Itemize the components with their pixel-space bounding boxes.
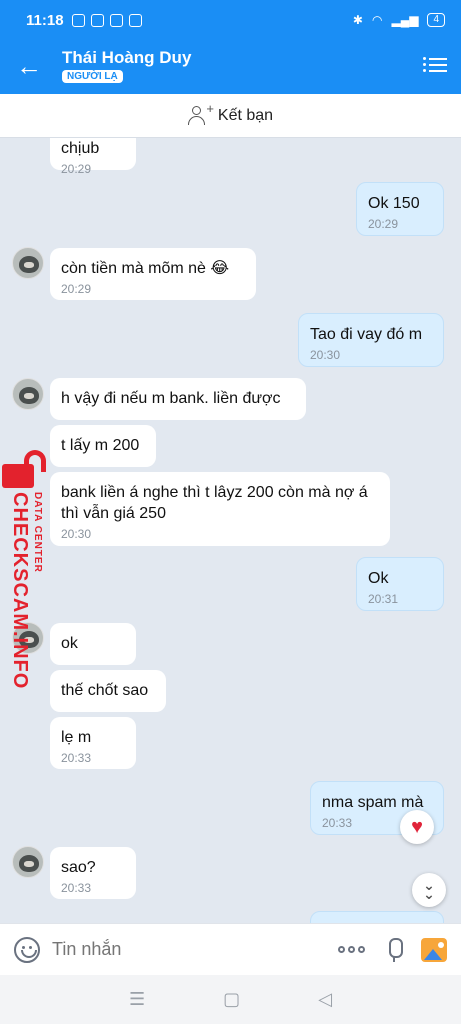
scroll-down-icon[interactable]: ⌄ ⌄: [412, 873, 446, 907]
stranger-badge: NGƯỜI LẠ: [62, 70, 123, 83]
message-input[interactable]: [52, 939, 302, 960]
message-bubble[interactable]: t lấy m 200: [50, 425, 156, 467]
message-time: 20:29: [61, 162, 92, 176]
message-text: còn tiền mà mõm nè 😂: [61, 260, 230, 277]
app-icon: [90, 13, 104, 27]
message-bubble[interactable]: lẹ m 20:33: [50, 717, 136, 769]
contact-avatar[interactable]: [12, 378, 44, 410]
emoji-icon[interactable]: [14, 936, 40, 963]
message-text: lẹ m: [61, 729, 92, 746]
system-icons: ✱ ◠ ▂▄▆ 4: [353, 13, 445, 27]
back-arrow-icon[interactable]: ←: [16, 52, 46, 82]
bluetooth-icon: ✱: [352, 13, 363, 27]
watermark: CHECKSCAM.INFO DATA CENTER: [2, 450, 50, 810]
message-text: chịub: [61, 140, 100, 157]
more-options-icon[interactable]: [338, 946, 365, 953]
message-time: 20:31: [368, 592, 399, 606]
lock-icon: [2, 450, 48, 488]
add-person-icon: +: [187, 101, 214, 127]
recents-icon[interactable]: ☰: [129, 989, 145, 1010]
message-time: 20:30: [61, 527, 92, 541]
message-bubble[interactable]: Tao đi vay đó m 20:30: [298, 313, 444, 367]
message-text: nma spam mà: [322, 794, 424, 811]
messenger-icon: [71, 13, 85, 27]
message-time: 20:29: [368, 217, 399, 231]
notification-icons: [71, 13, 142, 27]
message-text: h vậy đi nếu m bank. liền được: [61, 390, 281, 407]
shopping-icon: [109, 13, 123, 27]
heart-reaction-icon[interactable]: ♥: [400, 810, 434, 844]
microphone-icon[interactable]: [387, 937, 403, 962]
message-time: 20:33: [61, 881, 92, 895]
status-bar: 11:18 ✱ ◠ ▂▄▆ 4: [0, 0, 461, 40]
system-nav-bar: ☰ ▢ ◁: [0, 975, 461, 1024]
watermark-tagline: DATA CENTER: [32, 492, 43, 573]
add-friend-label: Kết bạn: [217, 106, 274, 124]
message-text: sao?: [61, 859, 96, 876]
watermark-brand: CHECKSCAM.INFO: [9, 492, 31, 690]
contact-avatar[interactable]: [12, 846, 44, 878]
message-text: Tao đi vay đó m: [310, 326, 423, 343]
message-time: 20:33: [61, 751, 92, 765]
message-text: thế chốt sao: [61, 682, 149, 699]
message-composer: [0, 923, 461, 975]
image-gallery-icon[interactable]: [421, 937, 447, 962]
home-icon[interactable]: ▢: [223, 989, 240, 1010]
add-friend-button[interactable]: + Kết bạn: [0, 94, 461, 138]
message-text: Ok 150: [368, 195, 420, 212]
message-text: ok: [61, 635, 78, 652]
message-text: t lấy m 200: [61, 437, 140, 454]
message-text: bank liền á nghe thì t lâyz 200 còn mà n…: [61, 484, 368, 522]
message-bubble[interactable]: Ok 20:31: [356, 557, 444, 611]
wifi-icon: ◠: [371, 13, 383, 27]
contact-name[interactable]: Thái Hoàng Duy: [62, 48, 191, 68]
message-bubble-partial[interactable]: [310, 911, 444, 923]
chat-header: ← Thái Hoàng Duy NGƯỜI LẠ: [0, 40, 461, 94]
message-bubble[interactable]: h vậy đi nếu m bank. liền được: [50, 378, 306, 420]
news-icon: [128, 13, 142, 27]
message-list[interactable]: chịub 20:29 Ok 150 20:29 còn tiền mà mõm…: [0, 138, 461, 923]
contact-avatar[interactable]: [12, 247, 44, 279]
message-text: Ok: [368, 570, 389, 587]
message-time: 20:29: [61, 282, 92, 296]
back-nav-icon[interactable]: ◁: [318, 989, 332, 1010]
message-bubble[interactable]: thế chốt sao: [50, 670, 166, 712]
message-bubble[interactable]: Ok 150 20:29: [356, 182, 444, 236]
signal-icon: ▂▄▆: [391, 13, 419, 27]
message-bubble[interactable]: ok: [50, 623, 136, 665]
menu-list-icon[interactable]: [423, 54, 447, 78]
message-bubble[interactable]: chịub 20:29: [50, 138, 136, 176]
message-bubble[interactable]: còn tiền mà mõm nè 😂 20:29: [50, 248, 256, 300]
clock: 11:18: [26, 11, 64, 29]
message-bubble[interactable]: bank liền á nghe thì t lâyz 200 còn mà n…: [50, 472, 390, 546]
message-time: 20:30: [310, 348, 341, 362]
battery-icon: 4: [427, 13, 445, 27]
message-bubble[interactable]: sao? 20:33: [50, 847, 136, 899]
